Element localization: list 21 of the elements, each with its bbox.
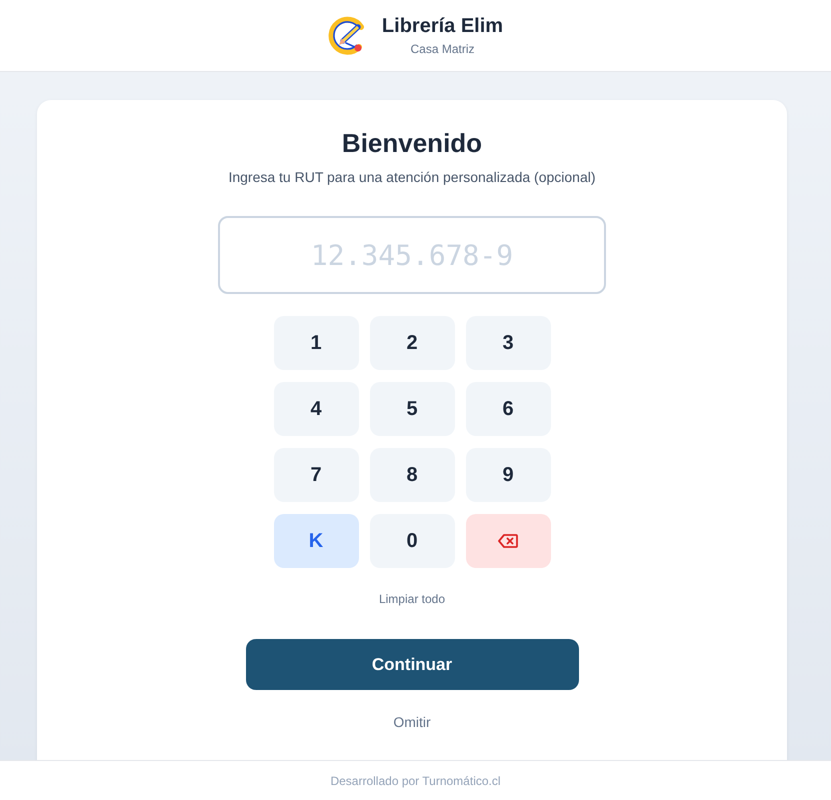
skip-link[interactable]: Omitir	[393, 712, 431, 732]
backspace-key[interactable]	[466, 514, 550, 568]
digit-key[interactable]: 7	[274, 448, 358, 502]
continue-button[interactable]: Continuar	[246, 639, 578, 690]
digit-key[interactable]: 1	[274, 316, 358, 370]
clear-all-link[interactable]: Limpiar todo	[378, 591, 446, 607]
backspace-icon	[498, 534, 518, 548]
welcome-title: Bienvenido	[342, 127, 482, 159]
digit-key[interactable]: 6	[466, 382, 550, 436]
digit-key[interactable]: 9	[466, 448, 550, 502]
store-name: Librería Elim	[382, 14, 504, 38]
digit-key[interactable]: 3	[466, 316, 550, 370]
digit-key[interactable]: 0	[370, 514, 454, 568]
digit-key[interactable]: 2	[370, 316, 454, 370]
digit-key[interactable]: 4	[274, 382, 358, 436]
branch-name: Casa Matriz	[410, 41, 474, 57]
digit-key[interactable]: 8	[370, 448, 454, 502]
digit-key[interactable]: 5	[370, 382, 454, 436]
welcome-subtitle: Ingresa tu RUT para una atención personalizada (opcional)	[228, 168, 596, 187]
letter-key[interactable]: K	[274, 514, 358, 568]
footer-credit: Desarrollado por Turnomático.cl	[330, 774, 501, 788]
